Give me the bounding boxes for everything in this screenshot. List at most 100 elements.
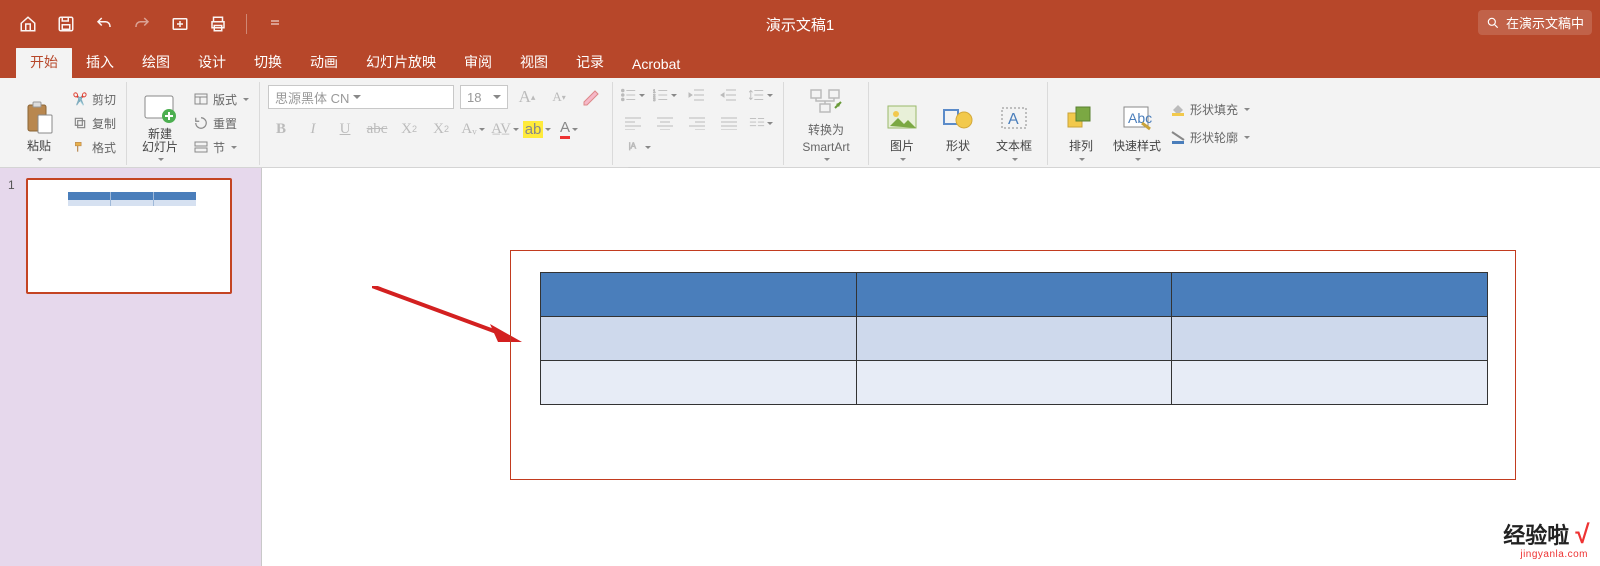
smartart-label: SmartArt (802, 140, 849, 154)
slide-table[interactable] (540, 272, 1488, 405)
save-icon[interactable] (56, 14, 76, 34)
align-center-button[interactable] (653, 112, 677, 134)
group-arrange: 排列 Abc 快速样式 形状填充 形状轮廓 (1048, 82, 1260, 165)
shape-outline-button[interactable]: 形状轮廓 (1168, 126, 1252, 148)
textbox-icon: A (997, 101, 1031, 135)
font-name-combo[interactable]: 思源黑体 CN (268, 85, 454, 109)
layout-label: 版式 (213, 91, 237, 108)
format-painter-button[interactable]: 格式 (70, 136, 118, 158)
new-slide-icon[interactable] (170, 14, 190, 34)
tab-view[interactable]: 视图 (506, 46, 562, 78)
watermark: 经验啦 √ jingyanla.com (1503, 520, 1588, 560)
reset-button[interactable]: 重置 (191, 112, 251, 134)
home-icon[interactable] (18, 14, 38, 34)
numbering-button[interactable]: 123 (653, 84, 677, 106)
increase-font-button[interactable]: A▴ (514, 84, 540, 110)
search-icon (1486, 16, 1500, 30)
picture-button[interactable]: 图片 (877, 84, 927, 162)
line-spacing-button[interactable] (749, 84, 773, 106)
underline-button[interactable]: U (332, 116, 358, 142)
table-row[interactable] (541, 317, 1488, 361)
section-button[interactable]: 节 (191, 136, 251, 158)
columns-button[interactable] (749, 112, 773, 134)
qat-separator (246, 14, 247, 34)
new-slide-button[interactable]: 新建 幻灯片 (135, 84, 185, 162)
annotation-arrow-icon (372, 286, 522, 346)
ribbon-tabs: 开始 插入 绘图 设计 切换 动画 幻灯片放映 审阅 视图 记录 Acrobat (0, 48, 1600, 78)
slide-canvas[interactable]: 经验啦 √ jingyanla.com (262, 168, 1600, 566)
strike-button[interactable]: abc (364, 116, 390, 142)
tab-review[interactable]: 审阅 (450, 46, 506, 78)
cut-button[interactable]: ✂️剪切 (70, 88, 118, 110)
char-spacing-button[interactable]: A̲V̲ (492, 116, 518, 142)
new-slide-label: 新建 幻灯片 (142, 128, 178, 154)
section-icon (193, 139, 209, 155)
italic-button[interactable]: I (300, 116, 326, 142)
bold-button[interactable]: B (268, 116, 294, 142)
redo-icon[interactable] (132, 14, 152, 34)
font-size-combo[interactable]: 18 (460, 85, 508, 109)
svg-text:Abc: Abc (1128, 110, 1152, 126)
tab-slideshow[interactable]: 幻灯片放映 (352, 46, 450, 78)
group-smartart: 转换为 SmartArt (784, 82, 869, 165)
table-row[interactable] (541, 361, 1488, 405)
tab-acrobat[interactable]: Acrobat (618, 50, 694, 78)
tab-home[interactable]: 开始 (16, 46, 72, 78)
arrange-button[interactable]: 排列 (1056, 84, 1106, 162)
group-slides: 新建 幻灯片 版式 重置 节 (127, 82, 260, 165)
subscript-button[interactable]: X2 (428, 116, 454, 142)
watermark-url: jingyanla.com (1503, 549, 1588, 560)
highlight-button[interactable]: ab (524, 116, 550, 142)
superscript-button[interactable]: X2 (396, 116, 422, 142)
section-label: 节 (213, 139, 225, 156)
picture-icon (885, 101, 919, 135)
tab-insert[interactable]: 插入 (72, 46, 128, 78)
slide-thumbnail-1[interactable]: 1 (8, 178, 253, 294)
textbox-button[interactable]: A 文本框 (989, 84, 1039, 162)
paste-button[interactable]: 粘贴 (14, 84, 64, 162)
tab-record[interactable]: 记录 (562, 46, 618, 78)
table-row[interactable] (541, 273, 1488, 317)
reset-label: 重置 (213, 115, 237, 132)
copy-button[interactable]: 复制 (70, 112, 118, 134)
slide-thumbnails-panel[interactable]: 1 (0, 168, 262, 566)
group-paragraph: 123 |A (613, 82, 784, 165)
decrease-indent-button[interactable] (685, 84, 709, 106)
text-direction-button[interactable]: |A (627, 136, 651, 158)
tab-animations[interactable]: 动画 (296, 46, 352, 78)
search-placeholder: 在演示文稿中 (1506, 13, 1584, 32)
shapes-icon (941, 101, 975, 135)
shapes-button[interactable]: 形状 (933, 84, 983, 162)
quick-styles-button[interactable]: Abc 快速样式 (1112, 84, 1162, 162)
align-right-button[interactable] (685, 112, 709, 134)
group-font: 思源黑体 CN 18 A▴ A▾ B I U abc X2 X2 Aᵥ A̲V̲… (260, 82, 613, 165)
increase-indent-button[interactable] (717, 84, 741, 106)
convert-smartart-button[interactable]: 转换为 SmartArt (792, 84, 860, 162)
svg-text:|A: |A (629, 142, 637, 151)
tab-transitions[interactable]: 切换 (240, 46, 296, 78)
title-bar: 演示文稿1 在演示文稿中 (0, 0, 1600, 48)
search-box[interactable]: 在演示文稿中 (1478, 10, 1592, 35)
undo-icon[interactable] (94, 14, 114, 34)
clear-format-button[interactable] (578, 84, 604, 110)
new-slide-icon (143, 92, 177, 126)
customize-qat-icon[interactable] (265, 14, 285, 34)
change-case-button[interactable]: Aᵥ (460, 116, 486, 142)
slide-thumbnail-preview (26, 178, 232, 294)
group-insert: 图片 形状 A 文本框 (869, 82, 1048, 165)
align-left-button[interactable] (621, 112, 645, 134)
ribbon: 粘贴 ✂️剪切 复制 格式 新建 幻灯片 版式 重置 节 思源 (0, 78, 1600, 168)
print-icon[interactable] (208, 14, 228, 34)
shape-fill-button[interactable]: 形状填充 (1168, 98, 1252, 120)
tab-design[interactable]: 设计 (184, 46, 240, 78)
quick-access-toolbar (0, 14, 285, 34)
font-color-button[interactable]: A (556, 116, 582, 142)
decrease-font-button[interactable]: A▾ (546, 84, 572, 110)
layout-button[interactable]: 版式 (191, 88, 251, 110)
cut-label: 剪切 (92, 91, 116, 108)
textbox-label: 文本框 (996, 137, 1032, 154)
bullets-button[interactable] (621, 84, 645, 106)
justify-button[interactable] (717, 112, 741, 134)
tab-draw[interactable]: 绘图 (128, 46, 184, 78)
shape-outline-label: 形状轮廓 (1190, 129, 1238, 146)
